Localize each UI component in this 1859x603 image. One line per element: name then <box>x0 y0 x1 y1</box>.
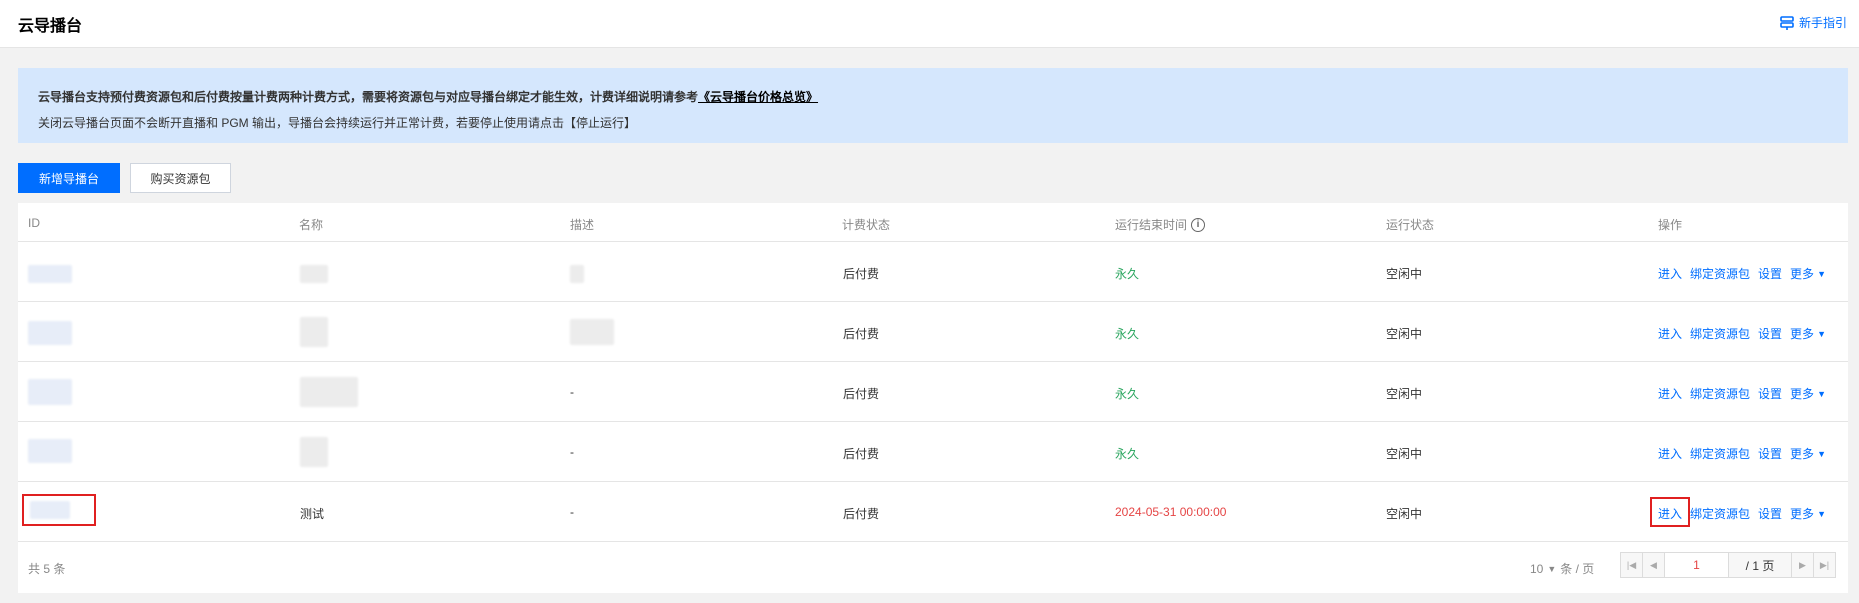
bind-package-link[interactable]: 绑定资源包 <box>1690 325 1750 342</box>
blurred-desc <box>570 265 584 283</box>
col-desc: 描述 <box>570 218 595 232</box>
bind-package-link[interactable]: 绑定资源包 <box>1690 505 1750 522</box>
enter-link[interactable]: 进入 <box>1658 385 1682 402</box>
row-actions: 进入 绑定资源包 设置 更多 ▼ <box>1658 325 1826 342</box>
table-row: 后付费 永久 空闲中 进入 绑定资源包 设置 更多 ▼ <box>18 243 1848 302</box>
col-billing: 计费状态 <box>842 218 891 232</box>
settings-link[interactable]: 设置 <box>1758 265 1782 282</box>
end-time: 永久 <box>1115 447 1140 461</box>
caret-down-icon: ▼ <box>1817 448 1826 459</box>
more-dropdown[interactable]: 更多 ▼ <box>1790 325 1826 342</box>
total-pages: / 1 页 <box>1745 558 1775 573</box>
info-icon[interactable]: i <box>1191 217 1206 232</box>
table-row: 后付费 永久 空闲中 进入 绑定资源包 设置 更多 ▼ <box>18 303 1848 362</box>
run-status: 空闲中 <box>1386 327 1423 341</box>
blurred-id[interactable] <box>28 379 72 405</box>
page-title: 云导播台 <box>18 18 83 35</box>
more-dropdown[interactable]: 更多 ▼ <box>1790 445 1826 462</box>
table-row: - 后付费 永久 空闲中 进入 绑定资源包 设置 更多 ▼ <box>18 363 1848 422</box>
highlight-box <box>22 494 96 526</box>
description: - <box>570 505 574 519</box>
bind-package-link[interactable]: 绑定资源包 <box>1690 265 1750 282</box>
total-count: 共 5 条 <box>28 562 66 576</box>
description: - <box>570 385 574 399</box>
table-row: - 后付费 永久 空闲中 进入 绑定资源包 设置 更多 ▼ <box>18 423 1848 482</box>
billing-status: 后付费 <box>843 387 880 401</box>
next-page-icon[interactable]: ▶ <box>1791 553 1813 577</box>
guide-label: 新手指引 <box>1798 16 1847 30</box>
guide-link[interactable]: 新手指引 <box>1779 14 1847 31</box>
col-id: ID <box>28 216 40 230</box>
billing-notice: 云导播台支持预付费资源包和后付费按量计费两种计费方式，需要将资源包与对应导播台绑… <box>18 68 1848 143</box>
end-time: 永久 <box>1115 267 1140 281</box>
enter-link[interactable]: 进入 <box>1658 445 1682 462</box>
blurred-id[interactable] <box>28 265 72 283</box>
col-end-time: 运行结束时间 i <box>1115 216 1206 233</box>
enter-link[interactable]: 进入 <box>1658 325 1682 342</box>
caret-down-icon: ▼ <box>1817 268 1826 279</box>
page-header: 云导播台 新手指引 <box>0 0 1859 48</box>
run-status: 空闲中 <box>1386 447 1423 461</box>
pager: |◀ ◀ / 1 页 ▶ ▶| <box>1620 552 1836 578</box>
caret-down-icon: ▼ <box>1817 388 1826 399</box>
billing-status: 后付费 <box>843 507 880 521</box>
description: - <box>570 445 574 459</box>
more-dropdown[interactable]: 更多 ▼ <box>1790 385 1826 402</box>
blurred-id[interactable] <box>28 439 72 463</box>
blurred-name <box>300 377 358 407</box>
director-table: ID 名称 描述 计费状态 运行结束时间 i 运行状态 操作 后付费 永久 空闲… <box>18 203 1848 593</box>
blurred-id[interactable] <box>28 321 72 345</box>
notice-line-1: 云导播台支持预付费资源包和后付费按量计费两种计费方式，需要将资源包与对应导播台绑… <box>38 90 819 104</box>
buy-package-button[interactable]: 购买资源包 <box>130 163 231 193</box>
row-actions: 进入 绑定资源包 设置 更多 ▼ <box>1658 385 1826 402</box>
blurred-name <box>300 437 328 467</box>
page-input[interactable] <box>1665 553 1729 577</box>
settings-link[interactable]: 设置 <box>1758 325 1782 342</box>
blurred-name <box>300 317 328 347</box>
page-size-select[interactable]: 10 ▼ 条 / 页 <box>1530 560 1594 577</box>
blurred-name <box>300 265 328 283</box>
prev-page-icon[interactable]: ◀ <box>1643 553 1665 577</box>
notice-line-2: 关闭云导播台页面不会断开直播和 PGM 输出，导播台会持续运行并正常计费，若要停… <box>38 116 637 130</box>
col-status: 运行状态 <box>1386 218 1435 232</box>
run-status: 空闲中 <box>1386 267 1423 281</box>
last-page-icon[interactable]: ▶| <box>1813 553 1835 577</box>
caret-down-icon: ▼ <box>1817 508 1826 519</box>
caret-down-icon: ▼ <box>1547 563 1557 574</box>
table-header: ID 名称 描述 计费状态 运行结束时间 i 运行状态 操作 <box>18 203 1848 242</box>
guide-icon <box>1780 15 1794 30</box>
col-actions: 操作 <box>1658 218 1683 232</box>
bind-package-link[interactable]: 绑定资源包 <box>1690 445 1750 462</box>
end-time: 永久 <box>1115 387 1140 401</box>
bind-package-link[interactable]: 绑定资源包 <box>1690 385 1750 402</box>
director-name: 测试 <box>300 507 325 521</box>
col-name: 名称 <box>299 218 324 232</box>
price-overview-link[interactable]: 《云导播台价格总览》 <box>698 90 818 104</box>
end-time: 永久 <box>1115 327 1140 341</box>
first-page-icon[interactable]: |◀ <box>1621 553 1643 577</box>
more-dropdown[interactable]: 更多 ▼ <box>1790 505 1826 522</box>
blurred-desc <box>570 319 614 345</box>
end-time: 2024-05-31 00:00:00 <box>1115 505 1227 519</box>
run-status: 空闲中 <box>1386 387 1423 401</box>
table-footer: 共 5 条 10 ▼ 条 / 页 |◀ ◀ / 1 页 ▶ ▶| <box>18 540 1848 593</box>
row-actions: 进入 绑定资源包 设置 更多 ▼ <box>1658 265 1826 282</box>
enter-link[interactable]: 进入 <box>1658 265 1682 282</box>
highlight-box <box>1650 497 1690 527</box>
run-status: 空闲中 <box>1386 507 1423 521</box>
table-row: 测试 - 后付费 2024-05-31 00:00:00 空闲中 进入 绑定资源… <box>18 483 1848 542</box>
settings-link[interactable]: 设置 <box>1758 445 1782 462</box>
billing-status: 后付费 <box>843 267 880 281</box>
billing-status: 后付费 <box>843 327 880 341</box>
billing-status: 后付费 <box>843 447 880 461</box>
more-dropdown[interactable]: 更多 ▼ <box>1790 265 1826 282</box>
add-director-button[interactable]: 新增导播台 <box>18 163 120 193</box>
row-actions: 进入 绑定资源包 设置 更多 ▼ <box>1658 445 1826 462</box>
settings-link[interactable]: 设置 <box>1758 505 1782 522</box>
caret-down-icon: ▼ <box>1817 328 1826 339</box>
settings-link[interactable]: 设置 <box>1758 385 1782 402</box>
